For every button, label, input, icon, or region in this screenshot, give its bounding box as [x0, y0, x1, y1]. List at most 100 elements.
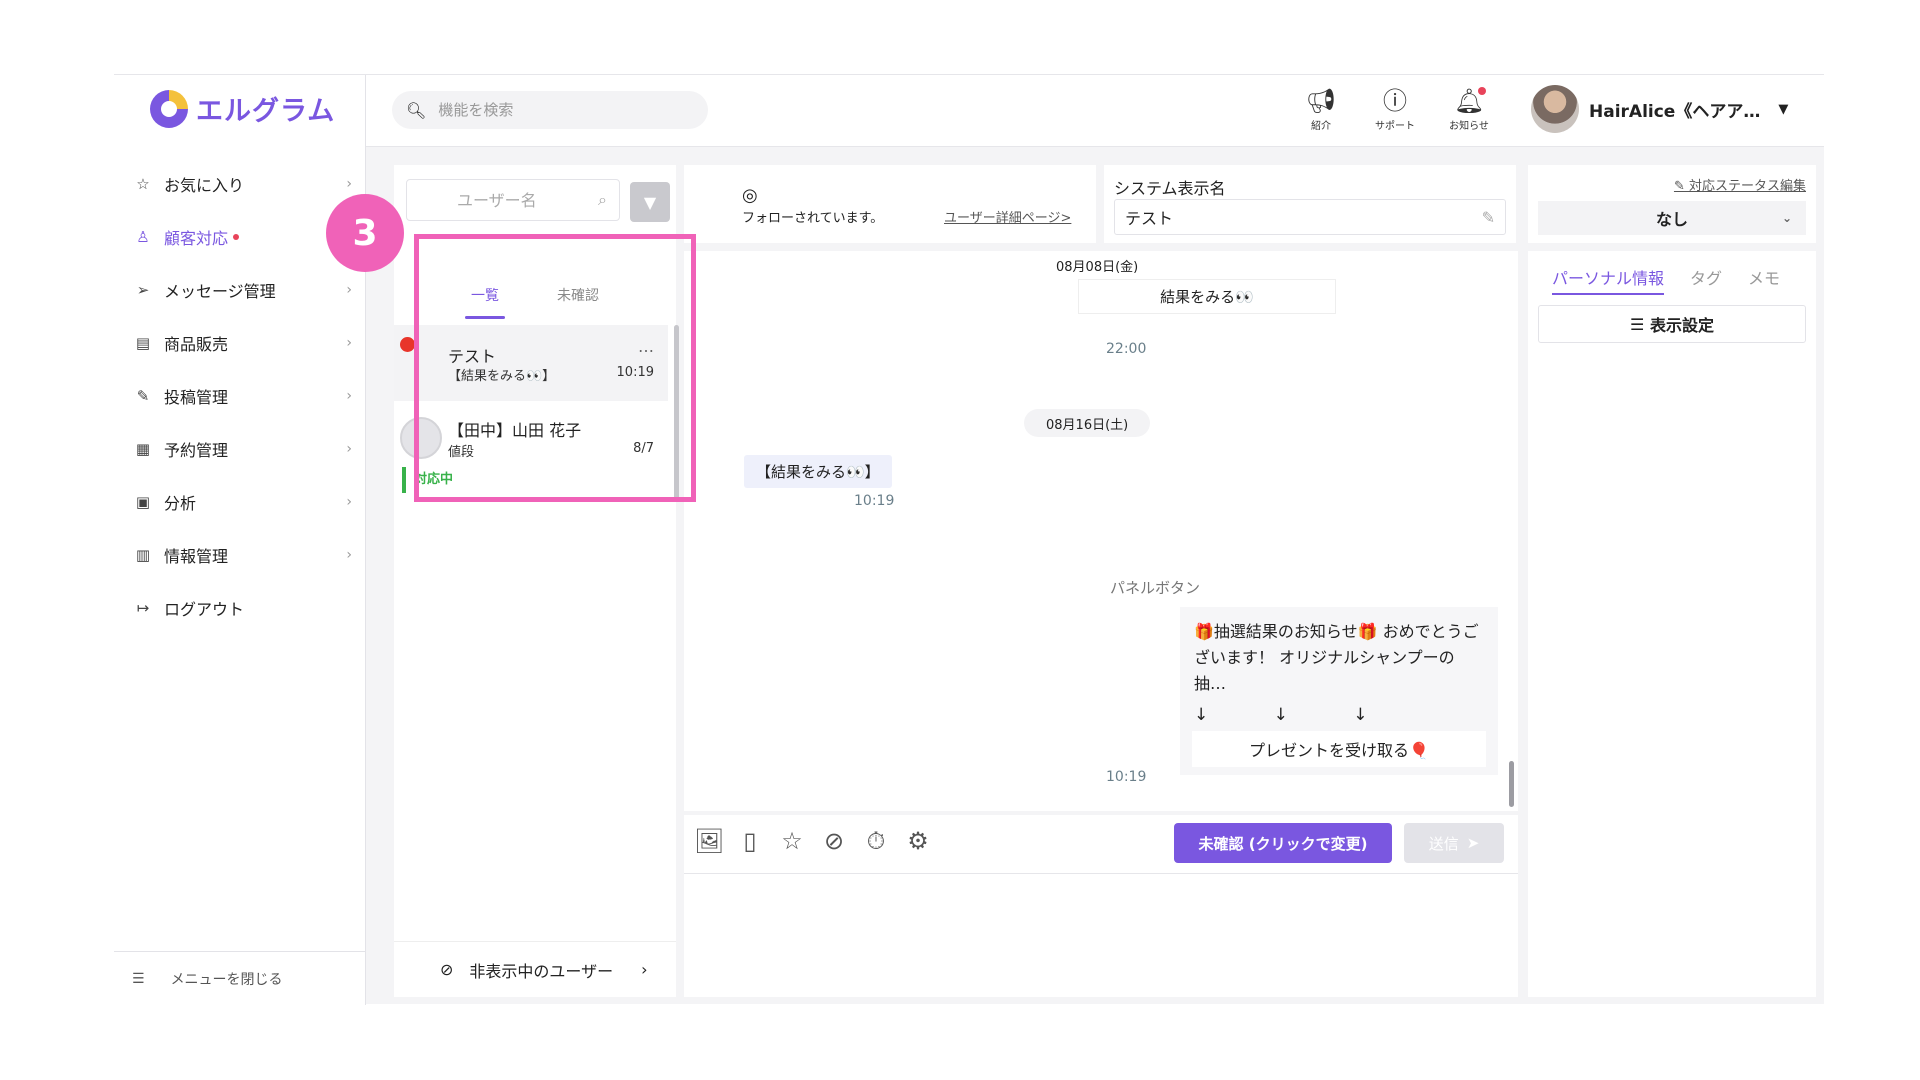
message-time: 22:00	[1106, 341, 1147, 357]
filter-button[interactable]: ▼	[630, 182, 670, 222]
bar-chart-icon: ▥	[135, 545, 151, 564]
filter-icon: ▼	[643, 192, 657, 212]
top-icons: 📢︎ 紹介 ⓘ サポート 🔔︎ お知らせ	[1298, 85, 1492, 132]
chevron-right-icon: ›	[346, 387, 352, 404]
sidebar-item-customer-support[interactable]: ♙ 顧客対応	[132, 210, 352, 263]
send-icon: ➢	[136, 280, 150, 299]
sidebar-item-label: 投稿管理	[164, 387, 229, 407]
message-time: 10:19	[1106, 769, 1147, 785]
sidebar-item-analytics[interactable]: ▣ 分析 ›	[132, 475, 352, 528]
user-detail-link[interactable]: ユーザー詳細ページ>	[944, 207, 1071, 226]
sidebar-item-favorites[interactable]: ☆ お気に入り ›	[132, 157, 352, 210]
tab-memo[interactable]: メモ	[1748, 265, 1780, 295]
message-text: 結果をみる👀	[1160, 288, 1254, 306]
sidebar-item-message-management[interactable]: ➢ メッセージ管理 ›	[132, 263, 352, 316]
date-label: 08月08日(金)	[1056, 259, 1139, 275]
sidebar-item-label: 分析	[164, 493, 197, 513]
account-menu[interactable]: HairAlice《ヘアア… ▼	[1531, 85, 1788, 133]
edit-icon[interactable]: ✎	[1482, 208, 1495, 227]
logo-text: エルグラム	[196, 96, 336, 127]
system-name-value: テスト	[1125, 209, 1174, 228]
feature-search-input[interactable]	[438, 101, 689, 119]
send-label: 送信	[1428, 834, 1459, 853]
support-label: サポート	[1375, 121, 1415, 132]
user-search: ⌕	[406, 179, 620, 221]
sidebar-item-post-management[interactable]: ✎ 投稿管理 ›	[132, 369, 352, 422]
chevron-right-icon: ›	[346, 281, 352, 298]
hidden-users-label: 非表示中のユーザー	[469, 961, 614, 981]
status-select[interactable]: なし ⌄	[1538, 201, 1806, 235]
panel-button-label: パネルボタン	[1110, 579, 1201, 597]
sidebar: エルグラム ☆ お気に入り › ♙ 顧客対応 ➢ メッセージ管理 › ▤ 商品販…	[114, 75, 366, 1005]
sidebar-item-label: お気に入り	[164, 175, 245, 195]
info-tabs: パーソナル情報 タグ メモ	[1552, 265, 1780, 295]
list-icon: ☰	[1630, 314, 1650, 334]
sidebar-item-label: 情報管理	[164, 546, 229, 566]
sidebar-nav: ☆ お気に入り › ♙ 顧客対応 ➢ メッセージ管理 › ▤ 商品販売 › ✎	[132, 157, 352, 634]
status-value: なし	[1655, 210, 1688, 229]
menu-close-label: メニューを閉じる	[170, 971, 283, 988]
tutorial-highlight-box	[414, 234, 696, 502]
message-time: 10:19	[854, 493, 895, 509]
search-icon[interactable]: ⌕	[598, 190, 607, 210]
timer-icon[interactable]: ⏱︎	[862, 827, 890, 855]
unread-badge	[400, 337, 415, 352]
avatar	[1531, 85, 1579, 133]
panel-card: 🎁抽選結果のお知らせ🎁 おめでとうございます！ オリジナルシャンプーの 抽… ↓…	[1180, 607, 1498, 775]
notification-dot	[1478, 87, 1486, 95]
image-icon[interactable]: 🖼︎	[694, 827, 724, 855]
composer: 🖼︎ ▯ ☆ ⊘ ⏱︎ ⚙︎ 未確認 (クリックで変更) 送信 ➤	[684, 815, 1518, 997]
panel-arrows: ↓ ↓ ↓	[1194, 705, 1398, 725]
star-icon: ☆	[136, 174, 150, 193]
status-panel: ✎ 対応ステータス編集 なし ⌄	[1528, 165, 1816, 243]
composer-tools: 🖼︎ ▯ ☆ ⊘ ⏱︎ ⚙︎	[694, 827, 932, 855]
help-icon: ⓘ	[1383, 87, 1407, 115]
edit-icon: ✎	[136, 386, 150, 405]
chevron-down-icon: ⌄	[1781, 211, 1792, 225]
message-bubble: 【結果をみる👀】	[744, 455, 892, 488]
chevron-right-icon: ›	[346, 440, 352, 457]
tab-personal-info[interactable]: パーソナル情報	[1552, 265, 1665, 295]
eye-off-icon[interactable]: ⊘	[820, 827, 848, 855]
hidden-users-button[interactable]: ⊘ 非表示中のユーザー ›	[394, 941, 676, 997]
sidebar-item-info-management[interactable]: ▥ 情報管理 ›	[132, 528, 352, 581]
panel-action-button[interactable]: プレゼントを受け取る🎈	[1192, 731, 1486, 767]
chevron-right-icon: ›	[346, 175, 352, 192]
chat-header: ◎ フォローされています。 ユーザー詳細ページ>	[684, 165, 1096, 243]
calendar-icon: ▦	[135, 439, 151, 458]
intro-button[interactable]: 📢︎ 紹介	[1298, 85, 1344, 132]
support-button[interactable]: ⓘ サポート	[1372, 85, 1418, 132]
sidebar-item-label: ログアウト	[164, 599, 245, 619]
user-search-input[interactable]	[457, 190, 577, 210]
status-edit-link[interactable]: ✎ 対応ステータス編集	[1674, 175, 1806, 194]
gear-icon[interactable]: ⚙︎	[904, 827, 932, 855]
scrollbar[interactable]	[1509, 761, 1514, 807]
sidebar-item-reservation[interactable]: ▦ 予約管理 ›	[132, 422, 352, 475]
user-icon: ♙	[136, 227, 150, 246]
send-button[interactable]: 送信 ➤	[1404, 823, 1504, 863]
document-icon[interactable]: ▯	[736, 827, 764, 855]
feature-search: 🔍︎	[392, 91, 708, 129]
logout-icon: ↦	[136, 598, 150, 617]
top-bar: 🔍︎ 📢︎ 紹介 ⓘ サポート 🔔︎ お知らせ HairAlice《ヘアア… ▼	[366, 75, 1824, 147]
logo[interactable]: エルグラム	[150, 89, 335, 128]
notifications-button[interactable]: 🔔︎ お知らせ	[1446, 85, 1492, 132]
star-icon[interactable]: ☆	[778, 827, 806, 855]
eye-off-icon: ⊘	[440, 960, 454, 979]
chevron-right-icon: ›	[346, 334, 352, 351]
date-divider: 08月16日(土)	[1024, 409, 1151, 437]
caret-down-icon: ▼	[1778, 101, 1789, 117]
menu-close-button[interactable]: ☰ メニューを閉じる	[114, 951, 366, 1005]
status-toggle-button[interactable]: 未確認 (クリックで変更)	[1174, 823, 1392, 863]
send-icon: ➤	[1466, 834, 1480, 852]
divider	[684, 873, 1518, 874]
date-label: 08月16日(土)	[1046, 417, 1129, 433]
sidebar-item-logout[interactable]: ↦ ログアウト	[132, 581, 352, 634]
intro-label: 紹介	[1311, 121, 1331, 132]
tab-tags[interactable]: タグ	[1690, 265, 1722, 295]
display-settings-button[interactable]: ☰ 表示設定	[1538, 305, 1806, 343]
chevron-right-icon: ›	[346, 546, 352, 563]
status-edit-label: 対応ステータス編集	[1688, 179, 1806, 194]
sidebar-item-product-sales[interactable]: ▤ 商品販売 ›	[132, 316, 352, 369]
system-name-field[interactable]: テスト ✎	[1114, 199, 1506, 235]
